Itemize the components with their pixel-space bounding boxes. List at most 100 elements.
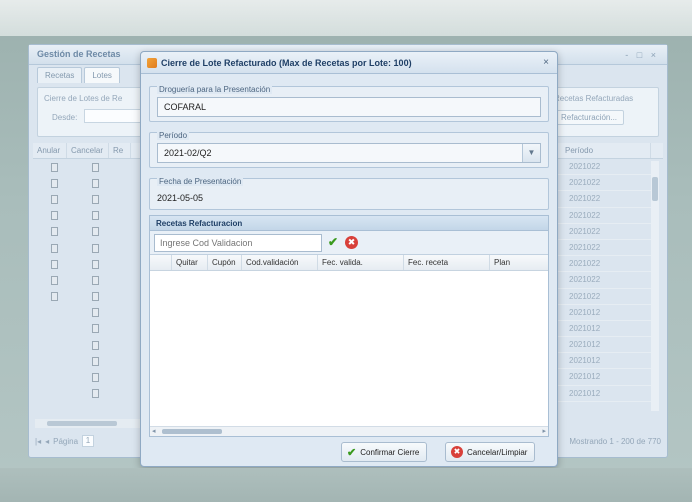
dialog-title: Cierre de Lote Refacturado (Max de Recet…	[161, 57, 412, 68]
scroll-thumb[interactable]	[652, 177, 658, 201]
recetas-panel-title: Recetas Refacturacion	[150, 216, 548, 231]
col-re[interactable]: Re	[109, 143, 131, 158]
anular-icon[interactable]	[51, 178, 58, 188]
cancelar-icon[interactable]	[92, 162, 99, 172]
cod-validacion-input[interactable]	[154, 234, 322, 252]
dialog-titlebar: Cierre de Lote Refacturado (Max de Recet…	[141, 52, 557, 74]
table-row	[33, 321, 139, 337]
col-periodo[interactable]: Período	[561, 143, 651, 158]
table-row	[33, 191, 139, 207]
anular-icon[interactable]	[51, 243, 58, 253]
col-quitar[interactable]: Quitar	[172, 255, 208, 270]
period-cell: 2021012	[557, 305, 653, 321]
desde-input[interactable]	[84, 109, 148, 123]
anular-icon[interactable]	[51, 227, 58, 237]
scroll-right-icon[interactable]: ▸	[542, 427, 546, 435]
table-row	[33, 224, 139, 240]
background-horizontal-scrollbar[interactable]	[35, 419, 149, 428]
periodo-group: Período 2021-02/Q2 ▼	[149, 132, 549, 168]
anular-icon[interactable]	[51, 194, 58, 204]
cancelar-icon[interactable]	[92, 211, 99, 221]
pager: |◂ ◂ Página 1	[35, 433, 95, 449]
table-row	[33, 208, 139, 224]
cancelar-icon[interactable]	[92, 178, 99, 188]
col-cancelar[interactable]: Cancelar	[67, 143, 109, 158]
drogueria-group: Droguería para la Presentación COFARAL	[149, 86, 549, 122]
cancelar-icon[interactable]	[92, 292, 99, 302]
table-row	[33, 272, 139, 288]
tab-lotes[interactable]: Lotes	[84, 67, 120, 83]
cierre-lote-dialog: Cierre de Lote Refacturado (Max de Recet…	[140, 51, 558, 467]
drogueria-label: Droguería para la Presentación	[157, 85, 273, 94]
table-row	[33, 175, 139, 191]
anular-icon[interactable]	[51, 275, 58, 285]
recetas-grid-header: Quitar Cupón Cod.validación Fec. valida.…	[150, 255, 548, 271]
cancelar-icon[interactable]	[92, 324, 99, 334]
period-cell: 2021022	[557, 240, 653, 257]
periodo-value: 2021-02/Q2	[164, 148, 212, 158]
period-cell: 2021022	[557, 224, 653, 240]
tab-recetas[interactable]: Recetas	[37, 67, 83, 83]
row-icons-column	[33, 159, 139, 402]
scroll-thumb[interactable]	[162, 429, 222, 434]
cancelar-icon[interactable]	[92, 356, 99, 366]
first-page-icon[interactable]: |◂	[35, 437, 41, 446]
cancelar-icon[interactable]	[92, 194, 99, 204]
col-fec-receta[interactable]: Fec. receta	[404, 255, 490, 270]
recetas-horizontal-scrollbar[interactable]: ◂ ▸	[150, 426, 548, 436]
check-icon[interactable]: ✔	[328, 235, 338, 249]
cierre-lotes-group: Cierre de Lotes de Re Desde:	[37, 87, 152, 137]
paging-status: Mostrando 1 - 200 de 770	[569, 437, 661, 446]
prev-page-icon[interactable]: ◂	[45, 437, 49, 446]
col-fec-valida[interactable]: Fec. valida.	[318, 255, 404, 270]
recetas-panel: Recetas Refacturacion ✔ ✖ Quitar Cupón C…	[149, 215, 549, 437]
page-number-input[interactable]: 1	[82, 435, 95, 447]
table-row	[33, 386, 139, 402]
scroll-thumb[interactable]	[47, 421, 117, 426]
cancelar-icon[interactable]	[92, 243, 99, 253]
window-controls[interactable]: - □ ×	[625, 50, 659, 60]
period-column: 2021022 2021022 2021022 2021022 2021022 20210…	[557, 159, 653, 402]
anular-icon[interactable]	[51, 259, 58, 269]
cancelar-icon[interactable]	[92, 227, 99, 237]
cancelar-icon[interactable]	[92, 308, 99, 318]
background-vertical-scrollbar[interactable]	[651, 161, 659, 411]
clear-icon[interactable]: ✖	[345, 236, 358, 249]
cancelar-icon[interactable]	[92, 340, 99, 350]
cancel-label: Cancelar/Limpiar	[467, 447, 528, 457]
col-cupon[interactable]: Cupón	[208, 255, 242, 270]
table-row	[33, 289, 139, 305]
col-cod-validacion[interactable]: Cod.validación	[242, 255, 318, 270]
table-row	[33, 159, 139, 175]
period-cell: 2021022	[557, 191, 653, 208]
anular-icon[interactable]	[51, 292, 58, 302]
close-icon[interactable]: ×	[543, 57, 549, 68]
anular-icon[interactable]	[51, 162, 58, 172]
scroll-left-icon[interactable]: ◂	[152, 427, 156, 435]
top-band	[0, 0, 692, 36]
table-row	[33, 369, 139, 385]
period-cell: 2021022	[557, 208, 653, 224]
table-row	[33, 305, 139, 321]
anular-icon[interactable]	[51, 211, 58, 221]
period-cell: 2021012	[557, 353, 653, 370]
cancelar-icon[interactable]	[92, 389, 99, 399]
cancelar-icon[interactable]	[92, 373, 99, 383]
cancel-button[interactable]: ✖ Cancelar/Limpiar	[445, 442, 536, 462]
period-cell: 2021012	[557, 337, 653, 354]
table-row	[33, 337, 139, 353]
fecha-label: Fecha de Presentación	[157, 177, 244, 186]
cancelar-icon[interactable]	[92, 259, 99, 269]
drogueria-field[interactable]: COFARAL	[157, 97, 541, 117]
period-cell: 2021012	[557, 369, 653, 386]
col-plan[interactable]: Plan	[490, 255, 548, 270]
confirm-button[interactable]: ✔ Confirmar Cierre	[341, 442, 428, 462]
period-cell: 2021022	[557, 272, 653, 289]
periodo-select[interactable]: 2021-02/Q2 ▼	[157, 143, 541, 163]
col-anular[interactable]: Anular	[33, 143, 67, 158]
cierre-lotes-legend: Cierre de Lotes de Re	[44, 94, 123, 103]
desde-label: Desde:	[52, 113, 78, 122]
refacturacion-button[interactable]: Refacturación...	[554, 110, 625, 125]
cancelar-icon[interactable]	[92, 275, 99, 285]
chevron-down-icon[interactable]: ▼	[522, 144, 540, 162]
